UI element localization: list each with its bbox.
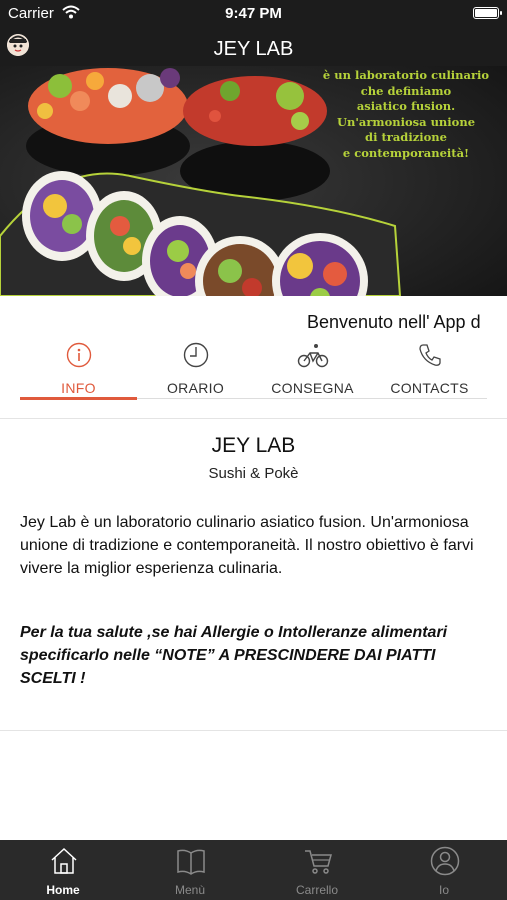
tabbar-profile[interactable]: Io [381, 840, 507, 900]
tab-orario[interactable]: ORARIO [137, 338, 254, 400]
home-icon [49, 846, 79, 876]
tab-label: CONSEGNA [271, 380, 354, 396]
cart-icon [303, 846, 333, 876]
divider [0, 418, 507, 419]
allergy-notice: Per la tua salute ,se hai Allergie o Int… [20, 624, 448, 687]
tabbar-label: Menù [174, 883, 206, 897]
tabbar-cart[interactable]: Carrello [254, 840, 380, 900]
tabbar-label: Carrello [295, 883, 338, 897]
tab-label: ORARIO [166, 380, 225, 396]
bicycle-icon [297, 342, 329, 368]
phone-icon [417, 342, 443, 368]
tab-info[interactable]: INFO [20, 338, 137, 400]
status-bar: Carrier 9:47 PM [0, 0, 507, 28]
welcome-marquee: Benvenuto nell' App d [307, 312, 481, 332]
battery-icon [473, 7, 502, 19]
tab-label: CONTACTS [390, 380, 469, 396]
hero-banner: è un laboratorio culinario che definiamo… [0, 66, 507, 296]
hero-tagline: è un laboratorio culinario che definiamo… [322, 68, 490, 160]
info-tabs: INFO ORARIO CONSEGNA CONTACTS [20, 338, 487, 400]
book-icon [176, 846, 206, 876]
clock-icon [183, 342, 209, 368]
restaurant-name: JEY LAB [211, 434, 296, 457]
nav-bar: JEY LAB [0, 28, 507, 66]
restaurant-subtitle: Sushi & Pokè [208, 465, 299, 482]
restaurant-description: Jey Lab è un laboratorio culinario asiat… [20, 514, 474, 577]
status-time: 9:47 PM [225, 5, 282, 22]
tab-label: INFO [61, 380, 96, 396]
tabbar-label: Io [438, 883, 449, 897]
page-title: JEY LAB [213, 38, 294, 60]
divider [0, 730, 507, 731]
tabbar-label: Home [46, 883, 80, 897]
tabbar-menu[interactable]: Menù [127, 840, 253, 900]
tab-selection-indicator [20, 397, 137, 400]
user-icon [430, 846, 460, 876]
tab-contacts[interactable]: CONTACTS [371, 338, 488, 400]
tab-consegna[interactable]: CONSEGNA [254, 338, 371, 400]
bottom-tab-bar: Home Menù Carrello Io [0, 840, 507, 900]
info-icon [66, 342, 92, 368]
tabbar-home[interactable]: Home [0, 840, 126, 900]
